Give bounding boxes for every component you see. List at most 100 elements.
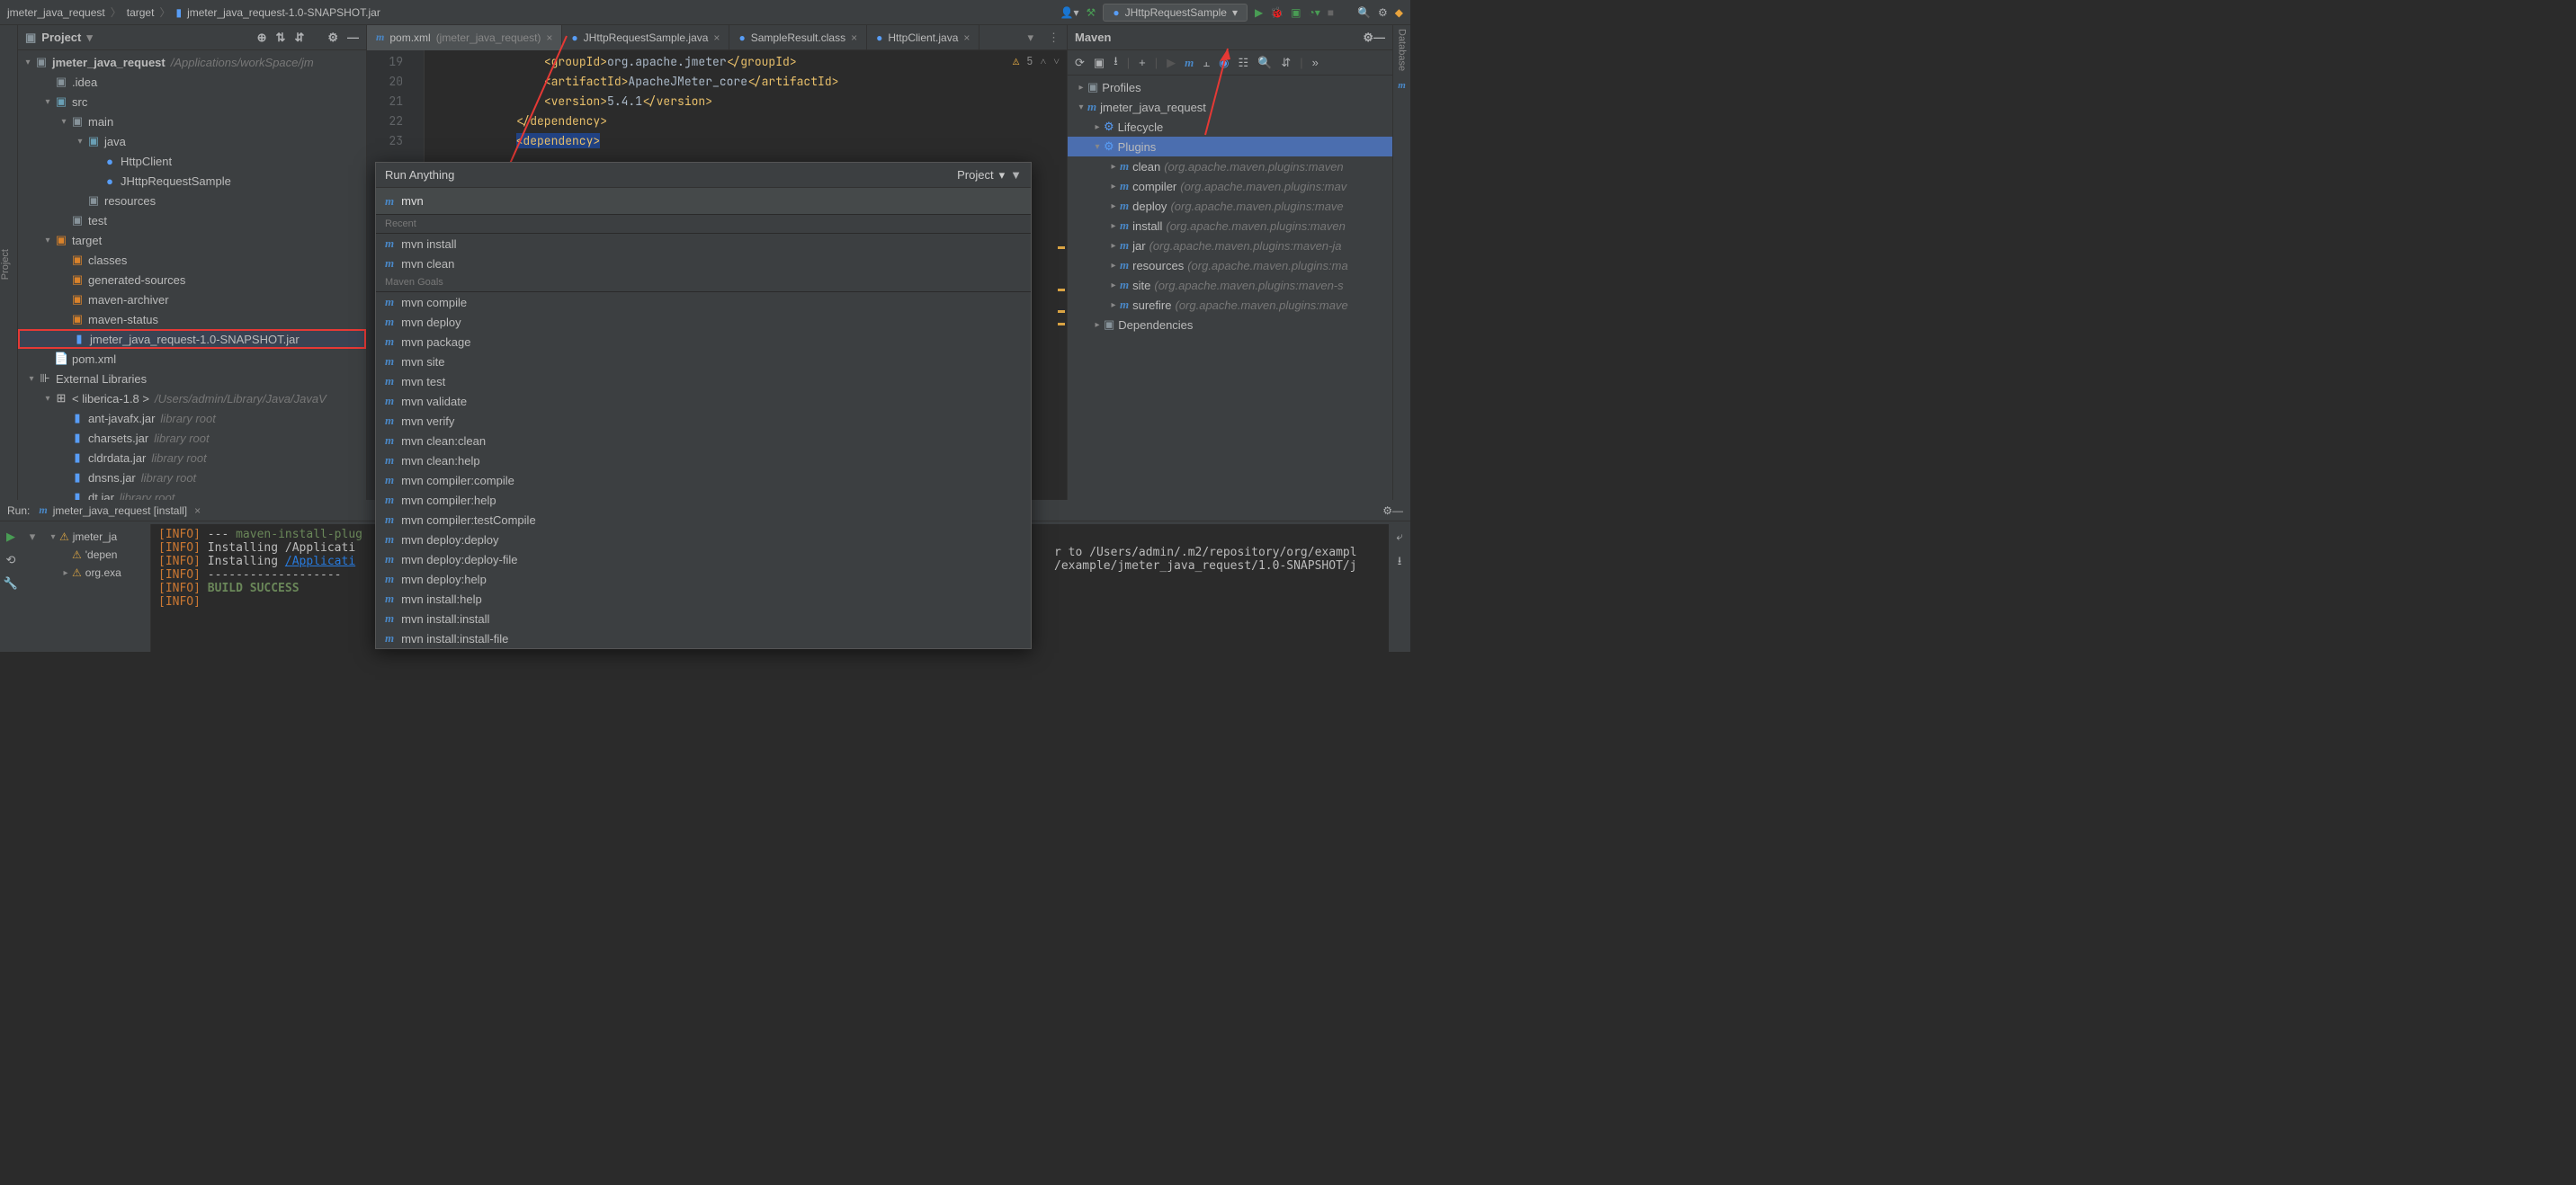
tree-row[interactable]: ●JHttpRequestSample bbox=[18, 171, 366, 191]
run-tree[interactable]: ▾⚠jmeter_ja⚠'depen▸⚠org.exa bbox=[43, 524, 151, 652]
debug-icon[interactable]: 🐞 bbox=[1270, 6, 1284, 19]
tree-row[interactable]: ▮jmeter_java_request-1.0-SNAPSHOT.jar bbox=[18, 329, 366, 349]
reload-icon[interactable]: ⟳ bbox=[1075, 56, 1085, 70]
run-anything-item[interactable]: mmvn validate bbox=[376, 391, 1031, 411]
editor-tab[interactable]: ●HttpClient.java× bbox=[867, 25, 979, 50]
editor-tab[interactable]: mpom.xml(jmeter_java_request)× bbox=[367, 25, 562, 50]
toggle-offline-icon[interactable]: ◉ bbox=[1219, 56, 1229, 70]
maven-tree-row[interactable]: ▸▣Dependencies bbox=[1068, 315, 1392, 334]
editor-tab[interactable]: ●SampleResult.class× bbox=[729, 25, 867, 50]
wrench-icon[interactable]: 🔧 bbox=[4, 576, 18, 591]
run-icon[interactable]: ▶ bbox=[1167, 56, 1176, 70]
rerun-icon[interactable]: ▶ bbox=[6, 530, 15, 544]
run-tree-row[interactable]: ▾⚠jmeter_ja bbox=[43, 528, 150, 546]
close-icon[interactable]: × bbox=[963, 31, 970, 44]
maven-tree-row[interactable]: ▾⚙Plugins bbox=[1068, 137, 1392, 156]
run-anything-item[interactable]: mmvn verify bbox=[376, 411, 1031, 431]
maven-tree-row[interactable]: ▸mjar(org.apache.maven.plugins:maven-ja bbox=[1068, 236, 1392, 255]
chevron-down-icon[interactable]: ˅ bbox=[1053, 54, 1060, 68]
maven-tree[interactable]: ▸▣Profiles▾mjmeter_java_request▸⚙Lifecyc… bbox=[1068, 76, 1392, 500]
left-tool-stripe[interactable]: Project bbox=[0, 25, 18, 500]
maven-tree-row[interactable]: ▸⚙Lifecycle bbox=[1068, 117, 1392, 137]
hide-icon[interactable]: — bbox=[1392, 504, 1403, 517]
profile-icon[interactable]: ◔▾ bbox=[1309, 6, 1320, 19]
filter-icon[interactable]: ▼ bbox=[1010, 168, 1022, 182]
search-icon[interactable]: 🔍 bbox=[1257, 56, 1272, 70]
run-anything-item[interactable]: mmvn compiler:testCompile bbox=[376, 510, 1031, 530]
tree-row[interactable]: ▮charsets.jarlibrary root bbox=[18, 428, 366, 448]
tree-row[interactable]: ▮ant-javafx.jarlibrary root bbox=[18, 408, 366, 428]
chevron-up-icon[interactable]: ˄ bbox=[1040, 54, 1046, 68]
tree-row[interactable]: ▣resources bbox=[18, 191, 366, 210]
tree-row[interactable]: ▾▣java bbox=[18, 131, 366, 151]
close-icon[interactable]: × bbox=[194, 504, 201, 517]
maven-tree-row[interactable]: ▾mjmeter_java_request bbox=[1068, 97, 1392, 117]
stop-icon[interactable]: ■ bbox=[1328, 6, 1334, 19]
tree-row[interactable]: ▮dt.jarlibrary root bbox=[18, 487, 366, 500]
run-config-selector[interactable]: ● JHttpRequestSample ▾ bbox=[1103, 4, 1248, 22]
run-anything-item[interactable]: mmvn install:help bbox=[376, 589, 1031, 609]
editor-tabs[interactable]: mpom.xml(jmeter_java_request)×●JHttpRequ… bbox=[367, 25, 1067, 50]
maven-tree-row[interactable]: ▸minstall(org.apache.maven.plugins:maven bbox=[1068, 216, 1392, 236]
run-tree-row[interactable]: ▸⚠org.exa bbox=[43, 564, 150, 582]
generate-sources-icon[interactable]: ▣ bbox=[1094, 56, 1105, 70]
inspection-summary[interactable]: ⚠ 5 ˄ ˅ bbox=[1013, 54, 1060, 68]
breadcrumb-item[interactable]: jmeter_java_request-1.0-SNAPSHOT.jar bbox=[187, 6, 380, 19]
gear-icon[interactable]: ⚙ bbox=[327, 31, 338, 45]
run-anything-item[interactable]: mmvn deploy:deploy-file bbox=[376, 549, 1031, 569]
chevron-down-icon[interactable]: ▾ bbox=[86, 31, 93, 45]
run-anything-input-row[interactable]: m mvn bbox=[376, 188, 1031, 215]
attach-icon[interactable]: ⟲ bbox=[6, 553, 16, 567]
run-anything-item[interactable]: mmvn clean bbox=[376, 254, 1031, 273]
run-anything-item[interactable]: mmvn deploy:deploy bbox=[376, 530, 1031, 549]
editor-tab[interactable]: ●JHttpRequestSample.java× bbox=[562, 25, 729, 50]
breadcrumb[interactable]: jmeter_java_request 〉 target 〉 ▮ jmeter_… bbox=[7, 4, 380, 20]
show-dependencies-icon[interactable]: ☷ bbox=[1239, 56, 1249, 70]
close-icon[interactable]: × bbox=[851, 31, 857, 44]
chevron-down-icon[interactable]: ▾ bbox=[999, 168, 1006, 183]
download-sources-icon[interactable]: ⭳ bbox=[1114, 53, 1118, 73]
more-icon[interactable]: » bbox=[1312, 56, 1319, 69]
run-anything-item[interactable]: mmvn site bbox=[376, 352, 1031, 371]
collapse-all-icon[interactable]: ⇵ bbox=[294, 31, 304, 45]
error-stripe[interactable] bbox=[1056, 77, 1067, 500]
run-anything-item[interactable]: mmvn package bbox=[376, 332, 1031, 352]
tree-row[interactable]: ▣test bbox=[18, 210, 366, 230]
maven-tool-button[interactable]: m bbox=[1398, 80, 1406, 91]
gear-icon[interactable]: ⚙ bbox=[1363, 31, 1373, 45]
scroll-to-end-icon[interactable]: ⭳ bbox=[1398, 553, 1402, 573]
tree-row[interactable]: ▾▣src bbox=[18, 92, 366, 111]
maven-tree-row[interactable]: ▸mclean(org.apache.maven.plugins:maven bbox=[1068, 156, 1392, 176]
maven-tree-row[interactable]: ▸mcompiler(org.apache.maven.plugins:mav bbox=[1068, 176, 1392, 196]
run-icon[interactable]: ▶ bbox=[1255, 6, 1263, 19]
run-anything-item[interactable]: mmvn install bbox=[376, 234, 1031, 254]
tree-row[interactable]: ▣generated-sources bbox=[18, 270, 366, 290]
project-tree[interactable]: ▾ ▣ jmeter_java_request /Applications/wo… bbox=[18, 50, 366, 500]
soft-wrap-icon[interactable]: ⤶ bbox=[1396, 530, 1402, 544]
tree-row[interactable]: ▣maven-status bbox=[18, 309, 366, 329]
tree-row[interactable]: ▣classes bbox=[18, 250, 366, 270]
run-anything-item[interactable]: mmvn deploy bbox=[376, 312, 1031, 332]
run-anything-item[interactable]: mmvn clean:help bbox=[376, 450, 1031, 470]
tree-row[interactable]: ▾▣main bbox=[18, 111, 366, 131]
database-tool-button[interactable]: Database bbox=[1397, 29, 1408, 71]
run-anything-item[interactable]: mmvn install:install-file bbox=[376, 628, 1031, 648]
hide-icon[interactable]: — bbox=[347, 31, 359, 45]
project-tool-button[interactable]: Project bbox=[0, 249, 11, 280]
select-opened-icon[interactable]: ⊕ bbox=[257, 31, 267, 45]
execute-goal-icon[interactable]: m bbox=[1185, 56, 1194, 70]
ide-icon[interactable]: ◆ bbox=[1395, 6, 1403, 19]
tree-row[interactable]: ▣maven-archiver bbox=[18, 290, 366, 309]
close-icon[interactable]: × bbox=[546, 31, 552, 44]
hide-icon[interactable]: — bbox=[1373, 31, 1385, 44]
expand-all-icon[interactable]: ⇅ bbox=[276, 31, 286, 45]
run-tree-row[interactable]: ⚠'depen bbox=[43, 546, 150, 564]
right-tool-stripe[interactable]: Database m bbox=[1392, 25, 1410, 500]
run-anything-item[interactable]: mmvn compiler:help bbox=[376, 490, 1031, 510]
tree-row-root[interactable]: ▾ ▣ jmeter_java_request /Applications/wo… bbox=[18, 52, 366, 72]
tree-row[interactable]: ▾⊪External Libraries bbox=[18, 369, 366, 388]
tree-row[interactable]: ▮cldrdata.jarlibrary root bbox=[18, 448, 366, 468]
run-anything-item[interactable]: mmvn test bbox=[376, 371, 1031, 391]
run-anything-input[interactable]: mvn bbox=[401, 194, 1022, 208]
add-icon[interactable]: + bbox=[1139, 56, 1146, 69]
